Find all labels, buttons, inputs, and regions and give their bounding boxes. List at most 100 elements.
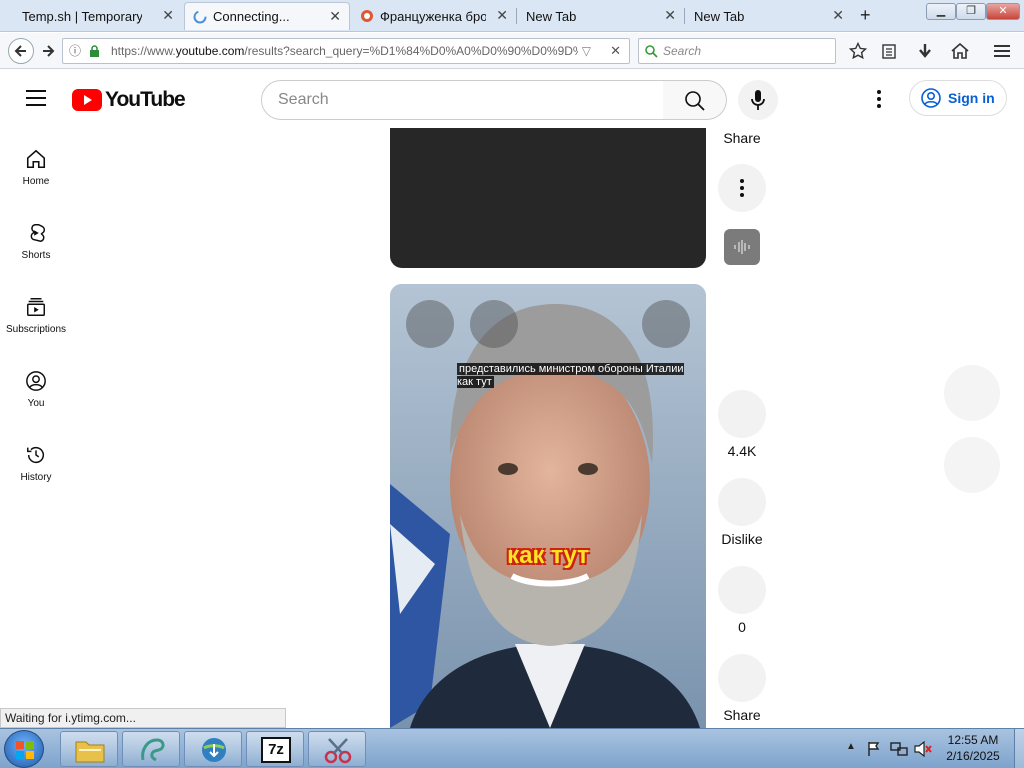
system-clock[interactable]: 12:55 AM 2/16/2025 bbox=[938, 732, 1008, 764]
navigation-bar: ⓘ https://www.youtube.com/results?search… bbox=[0, 33, 1024, 69]
url-prefix: https://www. bbox=[111, 44, 176, 58]
audio-wave-icon bbox=[734, 240, 750, 254]
sidebar-item-history[interactable]: History bbox=[0, 444, 72, 483]
arrow-right-icon bbox=[43, 45, 55, 57]
reading-list-button[interactable] bbox=[877, 39, 901, 63]
sign-in-label: Sign in bbox=[948, 90, 995, 106]
new-tab-button[interactable]: + bbox=[860, 5, 871, 26]
show-hidden-icons-button[interactable]: ▲ bbox=[846, 741, 856, 752]
comment-count: 0 bbox=[738, 619, 746, 635]
youtube-search-button[interactable] bbox=[663, 80, 727, 120]
home-icon bbox=[951, 42, 969, 59]
close-icon[interactable]: ✕ bbox=[496, 7, 508, 24]
sidebar-label: Home bbox=[22, 176, 50, 187]
menu-button[interactable] bbox=[990, 39, 1014, 63]
taskbar-7zip[interactable]: 7z bbox=[246, 731, 304, 767]
dropdown-icon[interactable]: ▽ bbox=[577, 39, 595, 63]
clock-date: 2/16/2025 bbox=[946, 749, 1000, 763]
like-button[interactable] bbox=[718, 390, 766, 438]
tab-new-2[interactable]: New Tab ✕ bbox=[686, 2, 852, 30]
sidebar-label: Shorts bbox=[21, 250, 51, 261]
video-caption: представились министром обороны Италии к… bbox=[457, 363, 684, 388]
tab-title: Temp.sh | Temporary Fi bbox=[22, 8, 142, 24]
close-icon[interactable]: ✕ bbox=[832, 7, 844, 24]
tab-new-1[interactable]: New Tab ✕ bbox=[518, 2, 684, 30]
sign-in-button[interactable]: Sign in bbox=[909, 80, 1007, 116]
share-label-top: Share bbox=[723, 130, 761, 146]
taskbar-app-seahorse[interactable] bbox=[122, 731, 180, 767]
settings-more-button[interactable] bbox=[876, 90, 882, 113]
history-icon bbox=[27, 447, 45, 464]
youtube-logo[interactable]: YouTube bbox=[72, 88, 186, 112]
shorts-icon bbox=[30, 224, 45, 242]
more-vertical-icon bbox=[740, 179, 744, 197]
search-placeholder: Search bbox=[663, 44, 702, 58]
sidebar-item-subscriptions[interactable]: Subscriptions bbox=[0, 296, 72, 335]
close-window-button[interactable]: ✕ bbox=[986, 3, 1020, 20]
short-video-player[interactable]: представились министром обороны Италии к… bbox=[390, 284, 706, 728]
tab-separator bbox=[516, 8, 517, 24]
close-icon[interactable]: ✕ bbox=[664, 7, 676, 24]
close-icon[interactable]: ✕ bbox=[329, 8, 341, 25]
url-bar[interactable]: ⓘ https://www.youtube.com/results?search… bbox=[62, 38, 630, 64]
7zip-icon: 7z bbox=[261, 737, 291, 763]
sidebar-label: History bbox=[20, 472, 52, 483]
loading-spinner-icon bbox=[193, 10, 207, 23]
action-center-flag-icon[interactable] bbox=[866, 741, 882, 757]
sidebar-item-you[interactable]: You bbox=[0, 370, 72, 409]
sidebar-item-shorts[interactable]: Shorts bbox=[0, 222, 72, 261]
taskbar-explorer[interactable] bbox=[60, 731, 118, 767]
browser-search-input[interactable]: Search bbox=[638, 38, 836, 64]
search-icon bbox=[685, 91, 705, 111]
youtube-play-icon bbox=[72, 89, 102, 111]
bookmark-star-button[interactable] bbox=[846, 39, 870, 63]
voice-search-button[interactable] bbox=[738, 80, 778, 120]
star-icon bbox=[848, 41, 868, 60]
minimize-button[interactable]: ▁ bbox=[926, 3, 956, 20]
next-short-button[interactable] bbox=[944, 437, 1000, 493]
volume-muted-icon[interactable] bbox=[914, 741, 932, 757]
hamburger-icon bbox=[26, 90, 46, 106]
browser-status-bar: Waiting for i.ytimg.com... bbox=[0, 708, 286, 728]
tab-separator bbox=[684, 8, 685, 24]
forward-button[interactable] bbox=[36, 39, 60, 63]
tab-connecting[interactable]: Connecting... ✕ bbox=[184, 2, 350, 30]
arrow-left-icon bbox=[14, 45, 26, 57]
tab-video[interactable]: Француженка брос ✕ bbox=[352, 2, 516, 30]
stop-icon[interactable]: ✕ bbox=[606, 39, 621, 63]
clipboard-icon bbox=[882, 44, 896, 59]
sound-thumbnail[interactable] bbox=[724, 229, 760, 265]
tab-title: New Tab bbox=[694, 8, 745, 24]
info-icon[interactable]: ⓘ bbox=[69, 39, 81, 63]
network-icon[interactable] bbox=[890, 741, 908, 757]
tab-temp-sh[interactable]: Temp.sh | Temporary Fi ✕ bbox=[14, 2, 182, 30]
windows-taskbar: 7z ▲ 12:55 AM 2/16/2025 bbox=[0, 728, 1024, 768]
account-circle-icon bbox=[26, 371, 46, 391]
dragon-app-icon bbox=[141, 738, 165, 762]
start-button[interactable] bbox=[4, 730, 44, 768]
comments-button[interactable] bbox=[718, 566, 766, 614]
downloads-button[interactable] bbox=[913, 39, 937, 63]
taskbar-snipping-tool[interactable] bbox=[308, 731, 366, 767]
more-vertical-icon bbox=[877, 90, 881, 108]
show-desktop-button[interactable] bbox=[1014, 729, 1024, 768]
sidebar-item-home[interactable]: Home bbox=[0, 148, 72, 187]
close-icon[interactable]: ✕ bbox=[162, 7, 174, 24]
more-options-button[interactable] bbox=[718, 164, 766, 212]
tab-title: Француженка брос bbox=[380, 8, 486, 24]
maximize-button[interactable]: ❐ bbox=[956, 3, 986, 20]
youtube-search-input[interactable]: Search bbox=[261, 80, 664, 120]
share-button[interactable] bbox=[718, 654, 766, 702]
dislike-button[interactable] bbox=[718, 478, 766, 526]
url-path: /results?search_query=%D1%84%D0%A0%D0%90… bbox=[244, 44, 593, 58]
tab-title: Connecting... bbox=[213, 9, 290, 24]
clock-time: 12:55 AM bbox=[947, 733, 999, 747]
taskbar-download-manager[interactable] bbox=[184, 731, 242, 767]
previous-short-button[interactable] bbox=[944, 365, 1000, 421]
guide-menu-button[interactable] bbox=[26, 90, 46, 111]
back-button[interactable] bbox=[8, 38, 34, 64]
download-arrow-icon bbox=[919, 44, 931, 58]
home-button[interactable] bbox=[948, 39, 972, 63]
dislike-label: Dislike bbox=[721, 531, 763, 547]
short-video-player-previous[interactable] bbox=[390, 128, 706, 268]
